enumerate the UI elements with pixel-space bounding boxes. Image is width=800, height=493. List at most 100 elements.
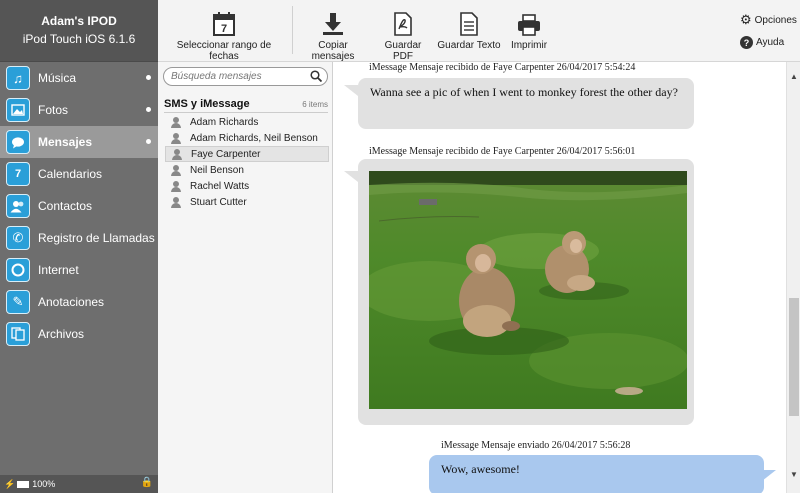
print-button[interactable]: Imprimir [506,10,552,51]
bubble-tail [344,85,358,96]
person-icon [171,164,181,176]
message-text: Wow, awesome! [441,462,520,476]
person-icon [171,180,181,192]
person-icon [172,148,182,160]
sidebar-item-music[interactable]: ♫ Música [0,62,158,94]
thread-item[interactable]: Stuart Cutter [165,194,329,210]
thread-list: Adam Richards Adam Richards, Neil Benson… [165,114,329,210]
thread-item[interactable]: Rachel Watts [165,178,329,194]
sync-dot-icon [146,75,151,80]
device-model: iPod Touch iOS 6.1.6 [22,32,136,46]
svg-text:7: 7 [221,23,227,35]
sidebar-item-label: Internet [38,263,79,277]
calendar-icon: 7 [6,162,30,186]
text-file-icon [436,10,502,36]
thread-count: 6 items [302,100,328,109]
message-bubble-received: Wanna see a pic of when I went to monkey… [358,78,694,129]
music-icon: ♫ [6,66,30,90]
sidebar-item-notes[interactable]: ✎ Anotaciones [0,286,158,318]
message-scrollbar[interactable]: ▲ ▼ [786,62,800,493]
thread-item[interactable]: Neil Benson [165,162,329,178]
sidebar-item-messages[interactable]: Mensajes [0,126,158,158]
bubble-tail [762,470,776,481]
notes-icon: ✎ [6,290,30,314]
message-photo[interactable] [369,171,687,409]
sidebar-item-photos[interactable]: Fotos [0,94,158,126]
battery-level: 100% [32,479,56,489]
printer-icon [506,10,552,36]
thread-item[interactable]: Adam Richards [165,114,329,130]
select-date-range-label: Seleccionar rango de fechas [176,40,272,62]
save-pdf-button[interactable]: Guardar PDF [374,10,432,62]
save-text-label: Guardar Texto [437,40,501,51]
sidebar-item-label: Registro de Llamadas [38,231,155,245]
scrollbar-thumb[interactable] [789,298,799,416]
sidebar: Adam's IPOD iPod Touch iOS 6.1.6 ♫ Músic… [0,0,158,493]
thread-list-title: SMS y iMessage [164,98,250,110]
person-icon [171,196,181,208]
status-bar: ⚡ 100% 🔒 [0,475,158,493]
thread-name: Rachel Watts [190,180,250,192]
sidebar-item-label: Mensajes [38,135,93,149]
pdf-icon [374,10,432,36]
thread-item[interactable]: Adam Richards, Neil Benson [165,130,329,146]
sidebar-item-contacts[interactable]: Contactos [0,190,158,222]
messages-icon [6,130,30,154]
lock-icon[interactable]: 🔒 [141,477,153,488]
sidebar-item-label: Calendarios [38,167,103,181]
select-date-range-button[interactable]: 7 Seleccionar rango de fechas [162,10,286,62]
charging-icon: ⚡ [4,478,16,489]
message-bubble-received [358,159,694,425]
sidebar-item-label: Contactos [38,199,93,213]
message-meta: iMessage Mensaje recibido de Faye Carpen… [369,146,636,157]
thread-name: Neil Benson [190,164,244,176]
message-bubble-sent: Wow, awesome! [429,455,764,493]
download-icon [296,10,370,36]
contacts-icon [6,194,30,218]
save-pdf-label: Guardar PDF [384,40,422,62]
files-icon [6,322,30,346]
sidebar-item-label: Fotos [38,103,69,117]
message-pane: iMessage Mensaje recibido de Faye Carpen… [334,62,786,493]
scroll-down-icon[interactable]: ▼ [790,470,798,479]
sidebar-item-label: Archivos [38,327,85,341]
sidebar-item-label: Música [38,71,77,85]
search-input[interactable]: Búsqueda mensajes [163,67,328,86]
search-placeholder: Búsqueda mensajes [171,71,262,82]
help-label: Ayuda [756,37,785,48]
phone-icon: ✆ [6,226,30,250]
print-label: Imprimir [510,40,548,51]
save-text-button[interactable]: Guardar Texto [436,10,502,51]
sidebar-item-calendars[interactable]: 7 Calendarios [0,158,158,190]
photos-icon [6,98,30,122]
toolbar: 7 Seleccionar rango de fechas Copiar men… [158,0,800,62]
copy-messages-button[interactable]: Copiar mensajes [296,10,370,62]
options-label: Opciones [754,14,797,26]
battery-icon [17,480,30,488]
scroll-up-icon[interactable]: ▲ [790,72,798,81]
thread-name: Stuart Cutter [190,196,247,208]
message-meta: iMessage Mensaje recibido de Faye Carpen… [369,62,636,73]
sidebar-item-call-log[interactable]: ✆ Registro de Llamadas [0,222,158,254]
toolbar-separator [292,6,293,54]
thread-list-header: SMS y iMessage 6 items [164,98,328,113]
internet-icon [6,258,30,282]
thread-name: Faye Carpenter [191,148,261,160]
thread-list-panel: Búsqueda mensajes SMS y iMessage 6 items… [158,62,333,493]
device-header: Adam's IPOD iPod Touch iOS 6.1.6 [0,0,158,62]
sidebar-item-files[interactable]: Archivos [0,318,158,350]
options-button[interactable]: ⚙ Opciones [740,12,797,28]
sidebar-item-label: Anotaciones [38,295,105,309]
sidebar-item-internet[interactable]: Internet [0,254,158,286]
message-meta: iMessage Mensaje enviado 26/04/2017 5:56… [441,440,631,451]
calendar-icon: 7 [162,10,286,36]
thread-name: Adam Richards [190,116,259,128]
search-icon[interactable] [310,70,323,85]
sync-dot-icon [146,139,151,144]
device-name: Adam's IPOD [41,14,117,28]
gear-icon: ⚙ [740,12,752,27]
help-icon: ? [740,36,753,49]
person-icon [171,116,181,128]
thread-item-selected[interactable]: Faye Carpenter [165,146,329,162]
help-button[interactable]: ? Ayuda [740,36,784,49]
